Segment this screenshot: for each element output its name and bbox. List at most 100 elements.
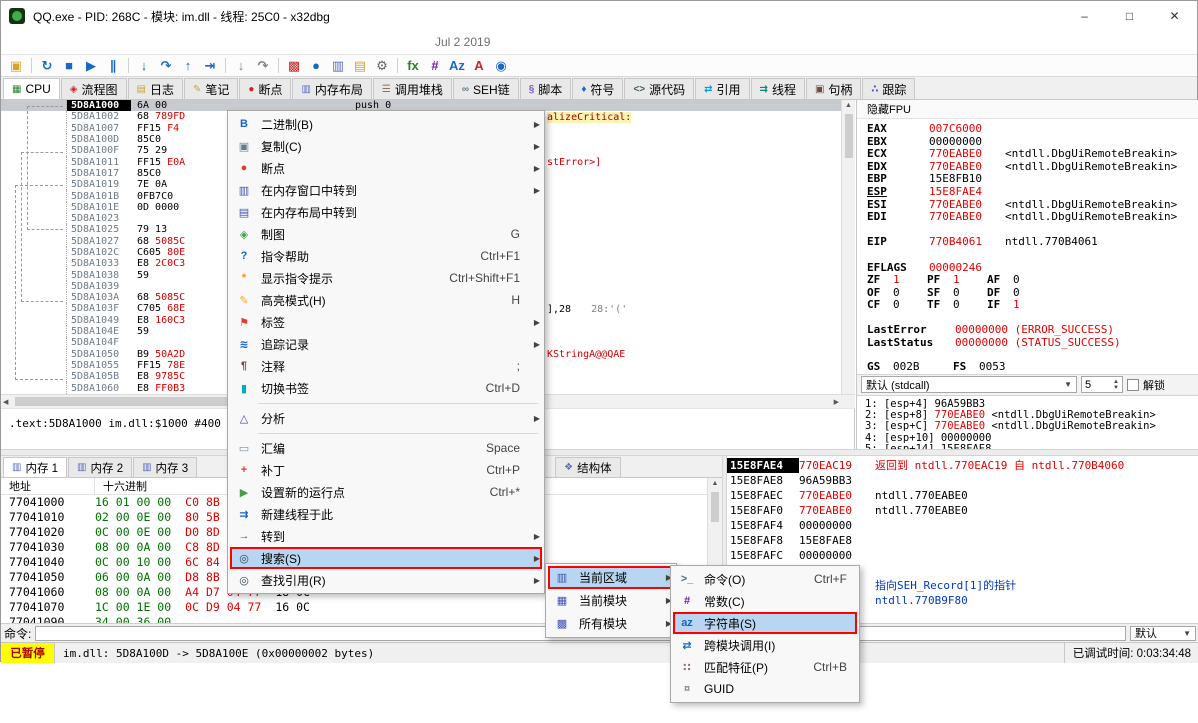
stack-row[interactable]: 15E8FAF4 00000000 <box>727 518 1198 533</box>
tab-notes[interactable]: ✎ 笔记 <box>184 78 238 99</box>
argument-count-stepper[interactable]: 5▲▼ <box>1081 376 1123 393</box>
menu-item[interactable]: ▥ 在内存窗口中转到 ▶ <box>230 179 542 201</box>
menu-bar-item[interactable] <box>75 41 89 45</box>
menu-item[interactable]: ▥ 当前区域 ▶ <box>548 566 674 589</box>
menu-item[interactable]: * 显示指令提示 Ctrl+Shift+F1 <box>230 267 542 289</box>
scroll-up-icon[interactable]: ▲ <box>708 478 722 490</box>
memory-map-icon[interactable]: ▥ <box>327 56 349 76</box>
menu-item[interactable]: ▭ 汇编 Space <box>230 437 542 459</box>
pause-icon[interactable]: ∥ <box>102 56 124 76</box>
tab-dump-1[interactable]: ▥ 内存 1 <box>3 457 67 477</box>
minimize-button[interactable]: – <box>1062 1 1107 31</box>
tab-dump-2[interactable]: ▥ 内存 2 <box>68 457 132 477</box>
tab-call-stack[interactable]: ☰ 调用堆栈 <box>373 78 452 99</box>
open-file-icon[interactable]: ▣ <box>5 56 27 76</box>
trace-into-icon[interactable]: ↓ <box>230 56 252 76</box>
register-row[interactable]: ESP 15E8FAE4 <box>867 186 1198 199</box>
menu-item[interactable]: az 字符串(S) <box>673 612 857 634</box>
last-error-row[interactable]: LastError 00000000 (ERROR_SUCCESS) <box>867 324 1198 337</box>
calling-convention-select[interactable]: 默认 (stdcall)▼ <box>861 376 1077 393</box>
menu-item[interactable]: ✎ 高亮模式(H) H <box>230 289 542 311</box>
menu-item[interactable]: B 二进制(B) ▶ <box>230 113 542 135</box>
menu-item[interactable]: + 补丁 Ctrl+P <box>230 459 542 481</box>
stack-row[interactable]: 15E8FAF8 15E8FAE8 <box>727 533 1198 548</box>
tab-source[interactable]: <> 源代码 <box>624 78 694 99</box>
tab-memory-map[interactable]: ▥ 内存布局 <box>292 78 371 99</box>
menu-item[interactable]: ▶ 设置新的运行点 Ctrl+* <box>230 481 542 503</box>
command-script-select[interactable]: 默认▼ <box>1130 626 1196 641</box>
close-button[interactable]: ✕ <box>1152 1 1197 31</box>
patch-icon[interactable]: ▩ <box>283 56 305 76</box>
menu-item[interactable]: # 常数(C) <box>673 590 857 612</box>
menu-item[interactable]: ⇄ 跨模块调用(I) <box>673 634 857 656</box>
step-into-icon[interactable]: ↓ <box>133 56 155 76</box>
log-icon[interactable]: ▤ <box>349 56 371 76</box>
maximize-button[interactable]: □ <box>1107 1 1152 31</box>
menu-item[interactable]: ≋ 追踪记录 ▶ <box>230 333 542 355</box>
tab-dump-3[interactable]: ▥ 内存 3 <box>133 457 197 477</box>
stack-row[interactable]: 15E8FAF0 770EABE0 ntdll.770EABE0 <box>727 503 1198 518</box>
menu-item[interactable]: ◈ 制图 G <box>230 223 542 245</box>
tab-cpu[interactable]: ▦ CPU <box>3 78 60 99</box>
stack-row[interactable]: 15E8FAE4 770EAC19 返回到 ntdll.770EAC19 自 n… <box>727 458 1198 473</box>
menu-item[interactable] <box>230 429 542 437</box>
menu-bar-item[interactable] <box>61 41 75 45</box>
tab-breakpoints[interactable]: ● 断点 <box>239 78 291 99</box>
tab-threads[interactable]: ⇉ 线程 <box>751 78 805 99</box>
tab-trace[interactable]: ∴ 跟踪 <box>862 78 915 99</box>
step-over-icon[interactable]: ↷ <box>155 56 177 76</box>
register-row[interactable]: ECX 770EABE0 <ntdll.DbgUiRemoteBreakin> <box>867 148 1198 161</box>
menu-item[interactable]: ▣ 复制(C) ▶ <box>230 135 542 157</box>
menu-item[interactable]: >_ 命令(O) Ctrl+F <box>673 568 857 590</box>
scroll-up-icon[interactable]: ▲ <box>842 100 855 112</box>
scroll-left-icon[interactable]: ◀ <box>3 398 8 406</box>
menu-item[interactable]: → 转到 ▶ <box>230 525 542 547</box>
menu-bar-item[interactable] <box>5 41 19 45</box>
tab-references[interactable]: ⇄ 引用 <box>695 78 749 99</box>
trace-over-icon[interactable]: ↷ <box>252 56 274 76</box>
segment-registers-row[interactable]: GS002B FS0053 <box>867 361 1198 374</box>
menu-item[interactable]: ● 断点 ▶ <box>230 157 542 179</box>
tab-script[interactable]: § 脚本 <box>520 78 572 99</box>
tab-graph[interactable]: ◈ 流程图 <box>61 78 127 99</box>
stepper-arrows-icon[interactable]: ▲▼ <box>1113 379 1119 391</box>
scrollbar-thumb[interactable] <box>711 492 719 522</box>
last-error-row[interactable]: LastStatus 00000000 (STATUS_SUCCESS) <box>867 337 1198 350</box>
unlock-checkbox[interactable]: 解锁 <box>1127 377 1165 393</box>
flags-row[interactable]: ZF1 PF1 AF0 <box>867 274 1198 287</box>
tab-handles[interactable]: ▣ 句柄 <box>806 78 861 99</box>
menu-item[interactable]: ▤ 在内存布局中转到 <box>230 201 542 223</box>
menu-bar-item[interactable] <box>47 41 61 45</box>
highlight-icon[interactable]: A <box>468 56 490 76</box>
register-row[interactable]: EAX 007C6000 <box>867 123 1198 136</box>
register-row[interactable]: EBP 15E8FB10 <box>867 173 1198 186</box>
restart-icon[interactable]: ↻ <box>36 56 58 76</box>
menu-bar-item[interactable] <box>103 41 117 45</box>
scroll-right-icon[interactable]: ▶ <box>834 398 839 406</box>
run-to-user-code-icon[interactable]: ⇥ <box>199 56 221 76</box>
register-row[interactable]: EFLAGS 00000246 <box>867 262 1198 275</box>
run-icon[interactable]: ▶ <box>80 56 102 76</box>
menu-item[interactable]: ¤ GUID <box>673 678 857 700</box>
favourites-icon[interactable]: ◉ <box>490 56 512 76</box>
menu-item[interactable]: ? 指令帮助 Ctrl+F1 <box>230 245 542 267</box>
settings-icon[interactable]: ⚙ <box>371 56 393 76</box>
horizontal-splitter[interactable] <box>1 449 1198 456</box>
menu-item[interactable] <box>230 399 542 407</box>
tab-symbols[interactable]: ♦ 符号 <box>572 78 623 99</box>
menu-item[interactable]: ⚑ 标签 ▶ <box>230 311 542 333</box>
stack-row[interactable]: 15E8FAFC 00000000 <box>727 548 1198 563</box>
register-row[interactable]: EIP 770B4061 ntdll.770B4061 <box>867 236 1198 249</box>
argument-row[interactable]: 5: [esp+14] 15E8FAE8 <box>865 444 1198 449</box>
menu-bar-item[interactable] <box>33 41 47 45</box>
menu-item[interactable]: ▮ 切换书签 Ctrl+D <box>230 377 542 399</box>
menu-bar-item[interactable] <box>19 41 33 45</box>
menu-item[interactable]: ∷ 匹配特征(P) Ctrl+B <box>673 656 857 678</box>
tab-struct[interactable]: ❖ 结构体 <box>555 457 620 477</box>
hide-fpu-button[interactable]: 隐藏FPU <box>857 100 1198 119</box>
disassembly-vertical-scrollbar[interactable]: ▲ <box>841 100 855 394</box>
scrollbar-thumb[interactable] <box>845 114 853 158</box>
register-row[interactable]: EDX 770EABE0 <ntdll.DbgUiRemoteBreakin> <box>867 161 1198 174</box>
menu-bar-item[interactable] <box>89 41 103 45</box>
pattern-icon[interactable]: # <box>424 56 446 76</box>
